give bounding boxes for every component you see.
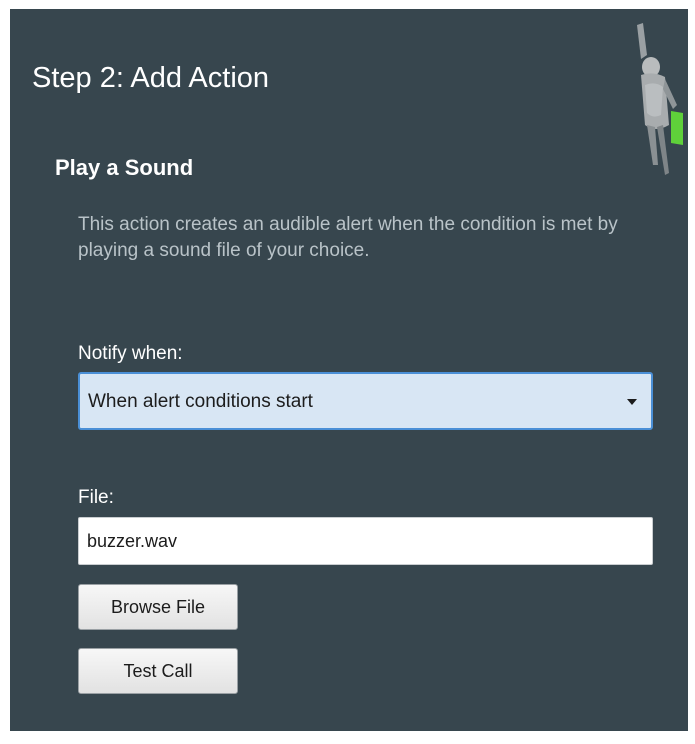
page-title: Step 2: Add Action <box>32 62 270 94</box>
test-call-button[interactable]: Test Call <box>78 648 238 694</box>
chevron-down-icon <box>627 399 637 405</box>
action-panel: Step 2: Add Action Play a Sound This act… <box>10 9 688 731</box>
figure-illustration-icon <box>625 15 685 185</box>
section-description: This action creates an audible alert whe… <box>78 214 618 261</box>
section-title: Play a Sound <box>55 155 194 180</box>
browse-file-button[interactable]: Browse File <box>78 584 238 630</box>
notify-when-label: Notify when: <box>78 343 183 364</box>
notify-when-value: When alert conditions start <box>88 391 313 412</box>
window-frame: Step 2: Add Action Play a Sound This act… <box>0 0 695 744</box>
file-label: File: <box>78 487 114 508</box>
file-input[interactable] <box>78 517 653 565</box>
notify-when-select[interactable]: When alert conditions start <box>78 372 653 430</box>
